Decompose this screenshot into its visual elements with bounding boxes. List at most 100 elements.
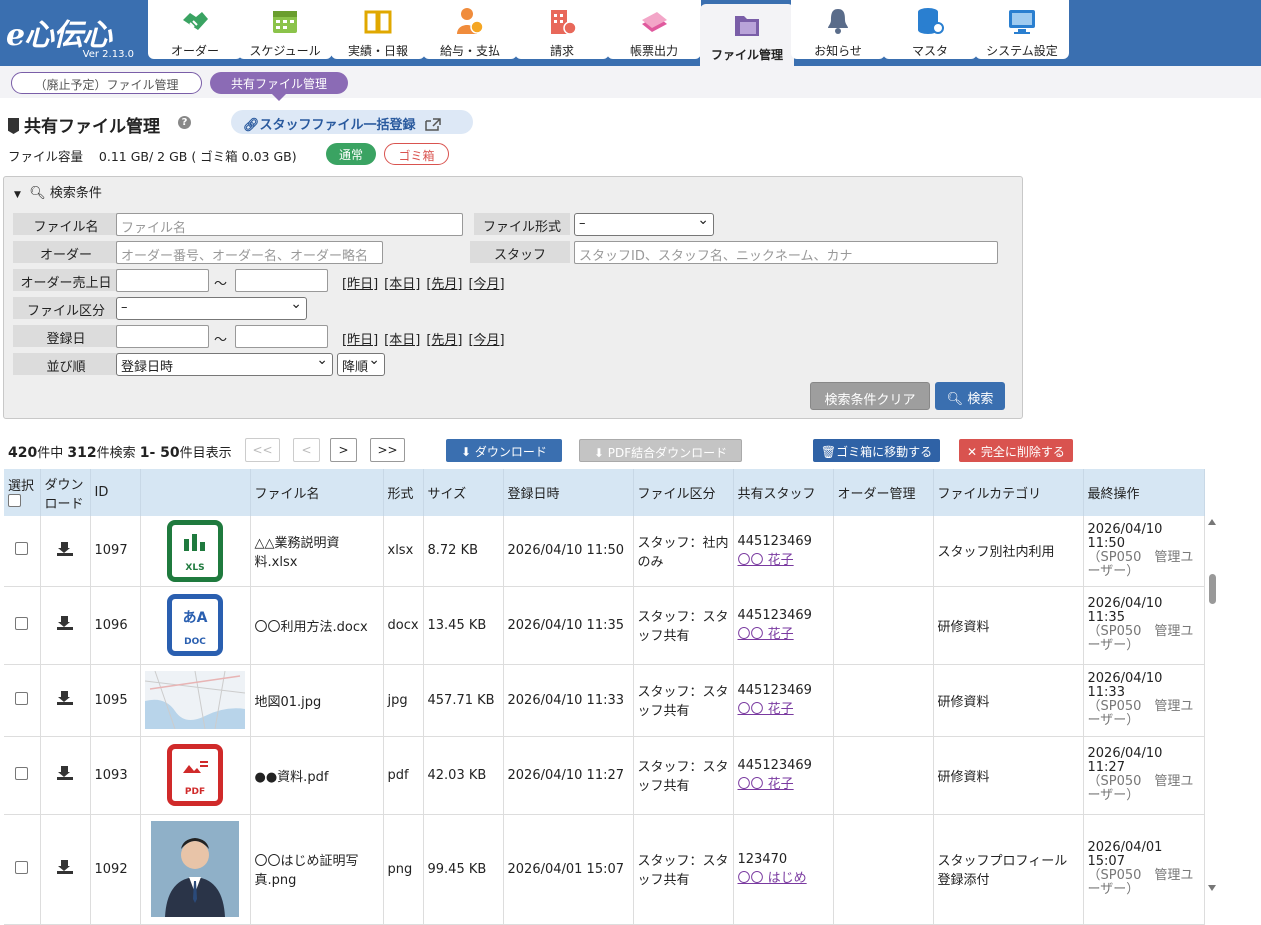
file-id: 1092	[90, 814, 141, 925]
shared-staff: 445123469 〇〇 花子	[733, 516, 834, 587]
quick-yesterday[interactable]: [昨日]	[342, 277, 378, 292]
reg-date: 2026/04/10 11:35	[503, 586, 634, 665]
order-sales-quick-dates: [昨日] [本日] [先月] [今月]	[342, 273, 511, 292]
subtab-shared-files[interactable]: 共有ファイル管理	[210, 72, 348, 101]
table-scrollbar[interactable]	[1205, 517, 1219, 895]
staff-link[interactable]: 〇〇 はじめ	[738, 871, 807, 886]
nav-label: ファイル管理	[710, 48, 783, 62]
nav-tab-notice[interactable]: お知らせ	[791, 0, 885, 59]
quick-today[interactable]: [本日]	[384, 277, 420, 292]
nav-tab-reports[interactable]: 帳票出力	[607, 0, 701, 59]
sort-direction-select[interactable]: 降順	[337, 352, 385, 376]
trash-view-badge[interactable]: ゴミ箱	[384, 143, 449, 165]
quick-yesterday[interactable]: [昨日]	[342, 333, 378, 348]
payroll-icon	[457, 8, 484, 34]
handshake-icon	[183, 12, 208, 30]
order-input[interactable]: オーダー番号、オーダー名、オーダー略名	[116, 241, 383, 264]
last-op: 2026/04/10 11:27 （SP050 管理ユーザー）	[1083, 736, 1205, 815]
row-checkbox[interactable]	[15, 860, 29, 874]
file-category-select[interactable]: –	[116, 296, 307, 320]
app-logo[interactable]: e心伝心 Ver 2.13.0	[4, 6, 140, 62]
table-row: 1093 PDF ●●資料.pdf pdf 42.03 KB 2026/04/1…	[4, 736, 1205, 815]
clear-conditions-button[interactable]: 検索条件クリア	[810, 382, 930, 410]
download-icon[interactable]	[57, 691, 73, 705]
order-sales-date-from[interactable]	[116, 269, 209, 292]
pdf-merge-download-button[interactable]: ⬇︎ PDF結合ダウンロード	[579, 439, 742, 462]
file-category: スタッフ別社内利用	[933, 516, 1084, 587]
file-category: 研修資料	[933, 586, 1084, 665]
nav-tab-files[interactable]: ファイル管理	[700, 4, 794, 70]
page-last-button[interactable]: >>	[370, 438, 405, 462]
subtab-deprecated-files[interactable]: （廃止予定）ファイル管理	[11, 72, 202, 94]
scroll-thumb[interactable]	[1209, 574, 1216, 604]
row-checkbox[interactable]	[15, 691, 29, 705]
quick-this-month[interactable]: [今月]	[468, 277, 504, 292]
file-category: 研修資料	[933, 664, 1084, 737]
shared-staff: 445123469 〇〇 花子	[733, 586, 834, 665]
nav-tab-master[interactable]: マスタ	[883, 0, 977, 59]
download-icon[interactable]	[57, 766, 73, 780]
nav-label: マスタ	[911, 44, 948, 58]
nav-tab-system[interactable]: システム設定	[975, 0, 1069, 59]
help-icon[interactable]: ?	[178, 116, 191, 129]
row-checkbox[interactable]	[15, 766, 29, 780]
file-name: ●●資料.pdf	[250, 736, 384, 815]
quick-today[interactable]: [本日]	[384, 333, 420, 348]
file-format-select[interactable]: –	[574, 212, 714, 236]
staff-link[interactable]: 〇〇 花子	[738, 553, 794, 568]
result-count: 420件中 312件検索 1- 50件目表示	[8, 445, 232, 461]
quick-this-month[interactable]: [今月]	[468, 333, 504, 348]
bulk-register-button[interactable]: 🔗︎スタッフファイル一括登録	[231, 110, 473, 134]
file-size: 13.45 KB	[423, 586, 504, 665]
photo-thumbnail[interactable]	[151, 821, 239, 917]
scroll-up-icon[interactable]	[1208, 519, 1216, 525]
search-button[interactable]: 🔍︎ 検索	[935, 382, 1005, 410]
col-reg-date[interactable]: 登録日時	[503, 469, 634, 516]
nav-tab-billing[interactable]: 請求	[515, 0, 609, 59]
delete-permanently-button[interactable]: ✕ 完全に削除する	[959, 439, 1073, 462]
doc-file-icon[interactable]: あA DOC	[167, 594, 223, 656]
row-checkbox[interactable]	[15, 542, 29, 556]
reg-date-to[interactable]	[235, 325, 328, 348]
quick-last-month[interactable]: [先月]	[426, 277, 462, 292]
move-to-trash-button[interactable]: 🗑︎ゴミ箱に移動する	[813, 439, 940, 462]
col-format[interactable]: 形式	[383, 469, 424, 516]
page-prev-button[interactable]: <	[293, 438, 320, 462]
col-category[interactable]: ファイル区分	[633, 469, 734, 516]
order-cell	[833, 586, 934, 665]
normal-view-badge[interactable]: 通常	[326, 143, 376, 165]
download-button[interactable]: ⬇︎ ダウンロード	[446, 439, 562, 462]
staff-link[interactable]: 〇〇 花子	[738, 702, 794, 717]
select-all-checkbox[interactable]	[8, 493, 21, 507]
row-checkbox[interactable]	[15, 616, 29, 630]
staff-link[interactable]: 〇〇 花子	[738, 777, 794, 792]
download-icon[interactable]	[57, 860, 73, 874]
reg-date: 2026/04/10 11:33	[503, 664, 634, 737]
map-thumbnail[interactable]	[145, 671, 245, 729]
page-first-button[interactable]: <<	[245, 438, 280, 462]
reg-date-from[interactable]	[116, 325, 209, 348]
staff-input[interactable]: スタッフID、スタッフ名、ニックネーム、カナ	[574, 241, 998, 264]
xls-file-icon[interactable]: XLS	[167, 519, 223, 582]
pdf-file-icon[interactable]: PDF	[167, 744, 223, 806]
order-sales-date-to[interactable]	[235, 269, 328, 292]
nav-tab-order[interactable]: オーダー	[148, 0, 242, 59]
nav-tab-schedule[interactable]: スケジュール	[238, 0, 332, 59]
staff-link[interactable]: 〇〇 花子	[738, 627, 794, 642]
file-name-input[interactable]: ファイル名	[116, 213, 463, 236]
quick-last-month[interactable]: [先月]	[426, 333, 462, 348]
nav-tab-results[interactable]: 実績・日報	[331, 0, 425, 59]
sort-select[interactable]: 登録日時	[116, 352, 333, 376]
file-id: 1096	[90, 586, 141, 665]
version-label: Ver 2.13.0	[82, 49, 134, 60]
monitor-icon	[1009, 10, 1035, 34]
col-size[interactable]: サイズ	[423, 469, 504, 516]
download-icon[interactable]	[57, 541, 73, 556]
search-panel-toggle[interactable]: ▼ 🔍︎ 検索条件	[14, 182, 102, 201]
shared-staff: 445123469 〇〇 花子	[733, 664, 834, 737]
nav-tab-payroll[interactable]: 給与・支払	[423, 0, 517, 59]
col-file-name[interactable]: ファイル名	[250, 469, 384, 516]
scroll-down-icon[interactable]	[1208, 885, 1216, 891]
download-icon[interactable]	[57, 616, 73, 630]
page-next-button[interactable]: >	[330, 438, 357, 462]
